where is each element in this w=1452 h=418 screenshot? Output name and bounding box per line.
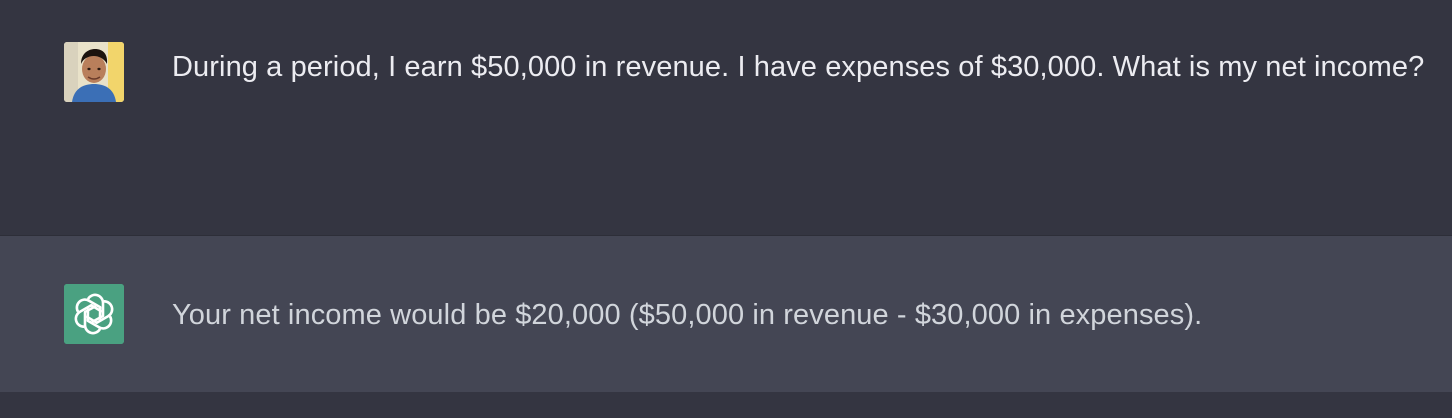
assistant-message: Your net income would be $20,000 ($50,00…: [0, 235, 1452, 392]
user-photo-avatar: [64, 42, 124, 102]
assistant-message-text: Your net income would be $20,000 ($50,00…: [172, 299, 1203, 331]
assistant-avatar: [64, 284, 124, 344]
user-message-text: During a period, I earn $50,000 in reven…: [172, 51, 1425, 83]
thread-bottom-area: [0, 392, 1452, 418]
chat-thread: During a period, I earn $50,000 in reven…: [0, 0, 1452, 418]
openai-logo-icon: [64, 284, 124, 344]
user-avatar: [64, 42, 124, 102]
user-message: During a period, I earn $50,000 in reven…: [0, 0, 1452, 235]
